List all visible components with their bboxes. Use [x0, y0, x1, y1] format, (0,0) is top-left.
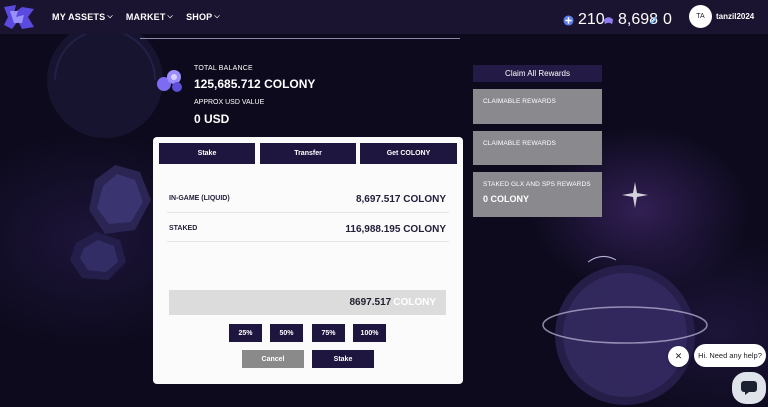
top-navbar: MY ASSETS ⌵ MARKET ⌵ SHOP ⌵ 210 8,698 0 …	[0, 0, 768, 34]
colony-token-icon	[157, 70, 182, 92]
asteroid-decoration	[89, 165, 151, 234]
close-icon: ✕	[674, 351, 683, 361]
genesis-league-logo[interactable]	[2, 3, 36, 31]
reward-card-title: CLAIMABLE REWARDS	[483, 140, 556, 147]
percent-75-button[interactable]: 75%	[312, 324, 345, 342]
chat-icon	[741, 381, 757, 395]
row-divider	[167, 212, 449, 213]
tickets-icon	[649, 16, 658, 24]
percent-50-button[interactable]: 50%	[270, 324, 303, 342]
background-planet	[47, 22, 163, 138]
reward-card-title: CLAIMABLE REWARDS	[483, 98, 556, 105]
row-divider	[167, 241, 449, 242]
chat-launcher-button[interactable]	[732, 372, 766, 404]
amount-value: 8697.517	[349, 297, 392, 308]
staked-label: STAKED	[169, 225, 198, 232]
staked-value: 116,988.195 COLONY	[345, 224, 446, 235]
staked-rewards-card: STAKED GLX AND SPS REWARDS 0 COLONY	[473, 172, 602, 217]
asteroid-decoration	[70, 232, 126, 280]
tab-get-colony[interactable]: Get COLONY	[360, 143, 457, 164]
tab-transfer[interactable]: Transfer	[260, 143, 356, 164]
tab-stake[interactable]: Stake	[159, 143, 255, 164]
cancel-button[interactable]: Cancel	[242, 350, 304, 368]
stat-value: 210	[578, 11, 605, 28]
username[interactable]: tanzil2024	[716, 12, 754, 21]
credits-icon	[563, 14, 574, 26]
claim-all-rewards-button[interactable]: Claim All Rewards	[473, 65, 602, 82]
chevron-down-icon: ⌵	[167, 13, 174, 20]
menu-label: MARKET	[125, 12, 166, 22]
avatar[interactable]: TA	[689, 5, 712, 28]
main-menu: MY ASSETS ⌵ MARKET ⌵ SHOP ⌵	[52, 0, 220, 34]
reward-card-title: STAKED GLX AND SPS REWARDS	[483, 181, 591, 188]
menu-label: SHOP	[186, 12, 213, 22]
sparkle-decoration	[622, 182, 648, 208]
chevron-down-icon: ⌵	[214, 13, 220, 20]
stat-tickets[interactable]: 0	[648, 11, 672, 29]
reward-card-value: 0 COLONY	[483, 194, 530, 204]
chevron-down-icon: ⌵	[107, 13, 113, 20]
menu-my-assets[interactable]: MY ASSETS ⌵	[52, 12, 113, 22]
total-balance-label: TOTAL BALANCE	[194, 65, 253, 72]
amount-input[interactable]: 8697.517 COLONY	[169, 290, 446, 315]
in-game-liquid-label: IN-GAME (LIQUID)	[169, 195, 230, 202]
ringed-planet-decoration	[542, 256, 708, 405]
stat-value: 0	[663, 11, 672, 28]
stake-button[interactable]: Stake	[312, 350, 374, 368]
percent-100-button[interactable]: 100%	[353, 324, 386, 342]
usd-value-label: APPROX USD VALUE	[194, 99, 265, 106]
vouchers-icon	[603, 16, 614, 24]
stake-card: Stake Transfer Get COLONY IN-GAME (LIQUI…	[153, 137, 463, 384]
chat-close-button[interactable]: ✕	[668, 346, 689, 367]
claimable-rewards-card: CLAIMABLE REWARDS	[473, 131, 602, 165]
menu-shop[interactable]: SHOP ⌵	[186, 12, 220, 22]
percent-25-button[interactable]: 25%	[229, 324, 262, 342]
total-balance-value: 125,685.712 COLONY	[194, 77, 316, 91]
usd-value: 0 USD	[194, 112, 230, 126]
menu-label: MY ASSETS	[52, 12, 106, 22]
amount-unit: COLONY	[393, 297, 436, 308]
menu-market[interactable]: MARKET ⌵	[126, 12, 173, 22]
chat-greeting-bubble[interactable]: Hi. Need any help?	[694, 344, 766, 367]
section-divider	[140, 38, 460, 39]
claimable-rewards-card: CLAIMABLE REWARDS	[473, 89, 602, 124]
stat-credits[interactable]: 210	[563, 11, 605, 29]
in-game-liquid-value: 8,697.517 COLONY	[355, 194, 446, 205]
